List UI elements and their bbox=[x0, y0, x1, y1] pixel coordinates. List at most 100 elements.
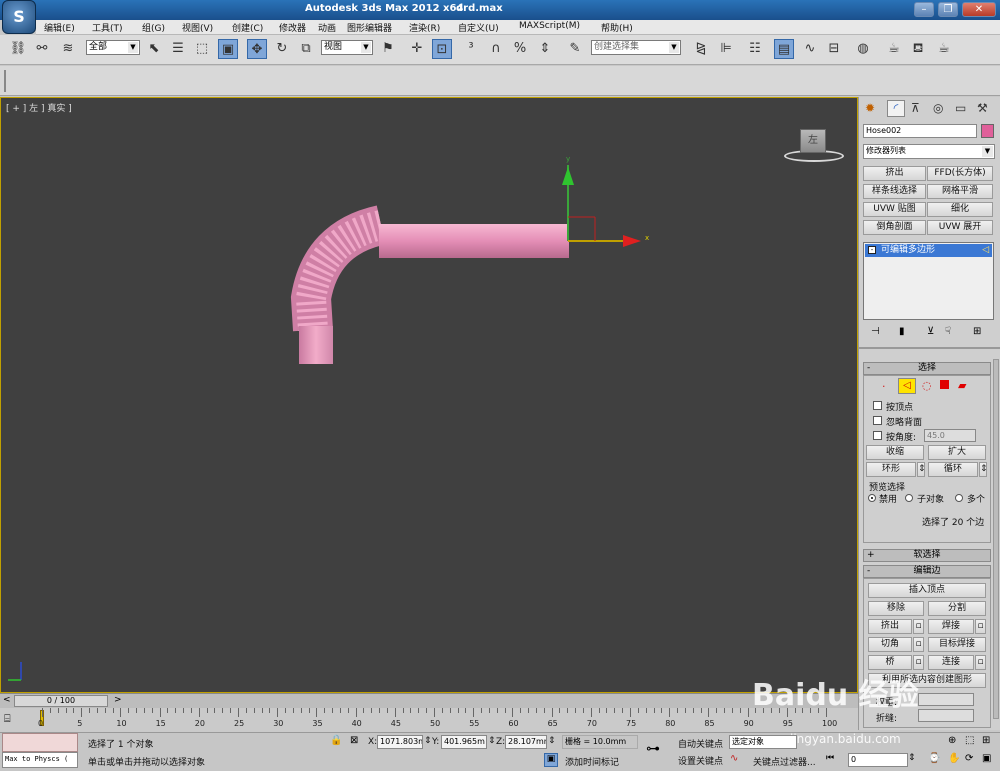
modifier-bevel-profile-button[interactable]: 倒角剖面 bbox=[863, 220, 926, 235]
move-icon[interactable]: ✥ bbox=[247, 39, 267, 59]
extrude-settings-button[interactable]: ▫ bbox=[913, 619, 924, 634]
show-end-result-icon[interactable]: ▮ bbox=[899, 326, 905, 337]
preview-off-radio[interactable] bbox=[868, 494, 876, 502]
rendered-frame-icon[interactable]: ⛾ bbox=[908, 39, 928, 59]
element-mode-icon[interactable]: ▰ bbox=[958, 379, 966, 392]
select-manipulate-icon[interactable]: ✛ bbox=[407, 39, 427, 59]
bind-spacewarp-icon[interactable]: ≋ bbox=[58, 39, 78, 59]
object-color-swatch[interactable] bbox=[981, 124, 994, 138]
modify-tab-icon[interactable]: ◜ bbox=[887, 100, 905, 117]
extrude-button[interactable]: 挤出 bbox=[868, 619, 912, 634]
chamfer-button[interactable]: 切角 bbox=[868, 637, 912, 652]
y-coordinate-field[interactable]: 401.965m bbox=[441, 735, 487, 749]
menu-group[interactable]: 组(G) bbox=[142, 21, 165, 34]
edit-edges-rollout-header[interactable]: - 编辑边 bbox=[863, 565, 991, 578]
x-coordinate-field[interactable]: 1071.803m bbox=[377, 735, 423, 749]
mirror-icon[interactable]: ⧎ bbox=[691, 39, 711, 59]
create-tab-icon[interactable]: ✹ bbox=[865, 101, 875, 115]
align-icon[interactable]: ⊫ bbox=[716, 39, 736, 59]
modifier-meshsmooth-button[interactable]: 网格平滑 bbox=[927, 184, 993, 199]
make-unique-icon[interactable]: ⊻ bbox=[927, 326, 934, 337]
hose-straight-vertical[interactable] bbox=[299, 326, 333, 364]
polygon-mode-icon[interactable] bbox=[940, 380, 949, 389]
maxscript-listener-input[interactable]: Max to Physcs ( bbox=[2, 752, 78, 768]
menu-maxscript[interactable]: MAXScript(M) bbox=[519, 21, 580, 31]
soft-selection-rollout-header[interactable]: + 软选择 bbox=[863, 549, 991, 562]
scale-icon[interactable]: ⧉ bbox=[296, 39, 316, 59]
pin-stack-icon[interactable]: ⊣ bbox=[871, 326, 880, 337]
hierarchy-tab-icon[interactable]: ⊼ bbox=[911, 101, 920, 115]
orbit-icon[interactable]: ⟳ bbox=[965, 753, 973, 764]
modifier-extrude-button[interactable]: 挤出 bbox=[863, 166, 926, 181]
utilities-tab-icon[interactable]: ⚒ bbox=[977, 101, 988, 115]
set-key-button[interactable]: 设置关键点 bbox=[678, 754, 723, 767]
key-mode-icon[interactable]: ⊶ bbox=[646, 741, 660, 757]
zoom-icon[interactable]: ⊕ bbox=[948, 735, 956, 746]
preview-subobj-radio[interactable] bbox=[905, 494, 913, 502]
window-crossing-icon[interactable]: ▣ bbox=[218, 39, 238, 59]
modifier-uvw-map-button[interactable]: UVW 贴图 bbox=[863, 202, 926, 217]
insert-vertex-button[interactable]: 插入顶点 bbox=[868, 583, 986, 598]
reference-coordinate-dropdown[interactable]: 视图 ▼ bbox=[321, 40, 373, 55]
lock-selection-icon[interactable]: 🔒 bbox=[330, 735, 342, 746]
display-tab-icon[interactable]: ▭ bbox=[955, 101, 966, 115]
track-bar[interactable]: ⌸ 0 5 10 15 20 25 30 35 40 45 50 55 60 65 70 75 80 85 90 95… bbox=[0, 708, 858, 732]
menu-animation[interactable]: 动画 bbox=[318, 21, 336, 34]
shrink-button[interactable]: 收缩 bbox=[866, 445, 924, 460]
curve-editor-icon[interactable]: ∿ bbox=[800, 39, 820, 59]
menu-create[interactable]: 创建(C) bbox=[232, 21, 263, 34]
time-slider-thumb[interactable]: 0 / 100 bbox=[14, 695, 108, 707]
pan-icon[interactable]: ✋ bbox=[948, 753, 960, 764]
render-production-icon[interactable]: ☕ bbox=[934, 39, 954, 59]
rotate-icon[interactable]: ↻ bbox=[272, 39, 292, 59]
next-frame-icon[interactable]: > bbox=[114, 695, 122, 705]
remove-modifier-icon[interactable]: ☟ bbox=[945, 326, 951, 337]
object-name-field[interactable]: Hose002 bbox=[863, 124, 977, 138]
time-config-icon[interactable]: ⌚ bbox=[928, 753, 940, 764]
zoom-extents-icon[interactable]: ⬚ bbox=[965, 735, 974, 746]
by-vertex-checkbox[interactable] bbox=[873, 401, 882, 410]
loop-spinner[interactable]: ⇕ bbox=[979, 462, 988, 477]
target-weld-button[interactable]: 目标焊接 bbox=[928, 637, 986, 652]
link-icon[interactable]: ⛓ bbox=[8, 39, 28, 59]
current-frame-field[interactable]: 0 bbox=[848, 753, 908, 767]
time-slider[interactable]: < 0 / 100 > bbox=[0, 693, 858, 708]
menu-modifiers[interactable]: 修改器 bbox=[279, 21, 306, 34]
close-button[interactable]: ✕ bbox=[962, 2, 996, 17]
menu-views[interactable]: 视图(V) bbox=[182, 21, 213, 34]
ring-spinner[interactable]: ⇕ bbox=[917, 462, 926, 477]
frame-spinner-icon[interactable]: ⇕ bbox=[908, 753, 916, 763]
preview-multi-radio[interactable] bbox=[955, 494, 963, 502]
x-spinner-icon[interactable]: ⇕ bbox=[424, 736, 432, 746]
maximize-viewport-icon[interactable]: ▣ bbox=[982, 753, 991, 764]
ignore-backfacing-checkbox[interactable] bbox=[873, 416, 882, 425]
panel-scrollbar[interactable] bbox=[993, 359, 999, 719]
percent-snap-icon[interactable]: % bbox=[510, 39, 530, 59]
selection-rollout-header[interactable]: - 选择 bbox=[863, 362, 991, 375]
edit-named-selection-icon[interactable]: ✎ bbox=[565, 39, 585, 59]
key-filters-button[interactable]: 关键点过滤器... bbox=[753, 755, 816, 768]
absolute-mode-icon[interactable]: ⊠ bbox=[350, 735, 358, 746]
bridge-button[interactable]: 桥 bbox=[868, 655, 912, 670]
border-mode-icon[interactable]: ◌ bbox=[922, 379, 932, 392]
zoom-all-icon[interactable]: ⊞ bbox=[982, 735, 990, 746]
y-spinner-icon[interactable]: ⇕ bbox=[488, 736, 496, 746]
spinner-snap-icon[interactable]: ⇕ bbox=[535, 39, 555, 59]
add-time-tag-label[interactable]: 添加时间标记 bbox=[565, 755, 619, 768]
named-selection-dropdown[interactable]: 创建选择集 ▼ bbox=[591, 40, 681, 55]
modifier-spline-select-button[interactable]: 样条线选择 bbox=[863, 184, 926, 199]
move-gizmo[interactable] bbox=[541, 153, 661, 263]
modifier-list-dropdown[interactable]: 修改器列表 ▼ bbox=[863, 144, 995, 159]
maximize-button[interactable]: ❐ bbox=[938, 2, 958, 17]
modifier-ffd-box-button[interactable]: FFD(长方体) bbox=[927, 166, 993, 181]
snap-toggle-icon[interactable]: ³ bbox=[461, 39, 481, 59]
schematic-view-icon[interactable]: ⊟ bbox=[824, 39, 844, 59]
configure-modifier-sets-icon[interactable]: ⊞ bbox=[973, 326, 981, 337]
select-by-name-icon[interactable]: ☰ bbox=[168, 39, 188, 59]
weld-settings-button[interactable]: ▫ bbox=[975, 619, 986, 634]
ribbon-handle[interactable] bbox=[4, 70, 6, 92]
maxscript-listener-upper[interactable] bbox=[2, 733, 78, 752]
menu-customize[interactable]: 自定义(U) bbox=[458, 21, 499, 34]
modifier-tessellate-button[interactable]: 细化 bbox=[927, 202, 993, 217]
go-to-start-icon[interactable]: ⏮ bbox=[826, 753, 834, 763]
